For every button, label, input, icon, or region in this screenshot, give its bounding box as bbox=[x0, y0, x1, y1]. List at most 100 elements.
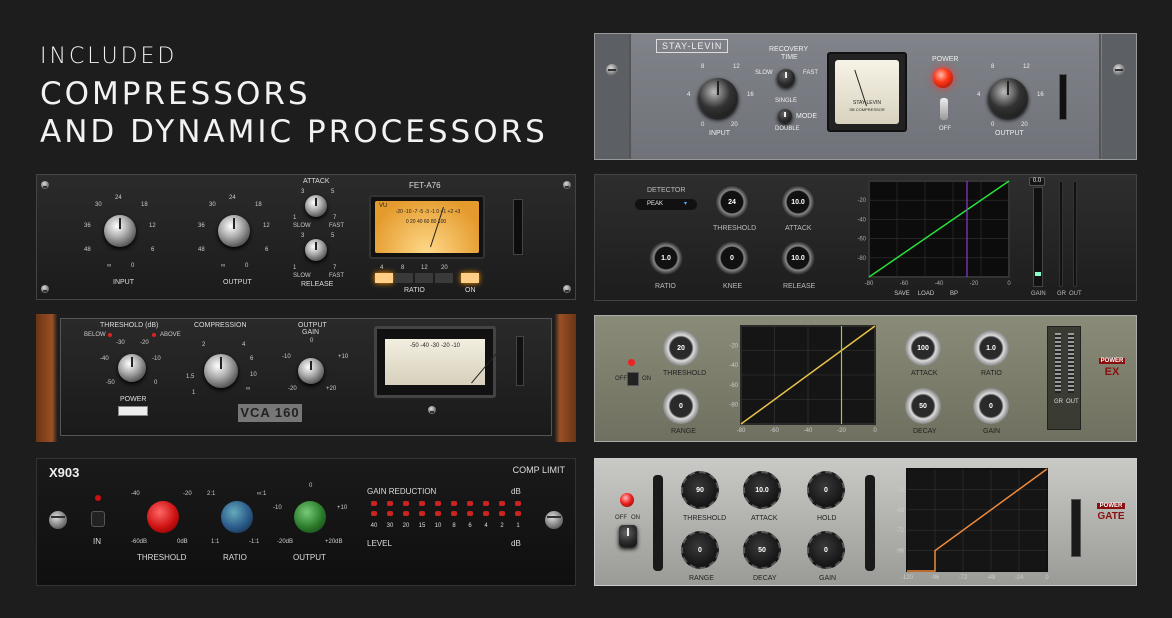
tick: 20 bbox=[1021, 122, 1028, 128]
gain-readout: 0.0 bbox=[1029, 177, 1045, 186]
hero-line-compressors: COMPRESSORS bbox=[40, 76, 311, 112]
threshold-dial[interactable]: 24 bbox=[715, 185, 749, 219]
decay-dial[interactable]: 50 bbox=[905, 388, 941, 424]
threshold-dial[interactable]: 20 bbox=[663, 330, 699, 366]
on-button[interactable] bbox=[461, 273, 479, 283]
fet-vu-meter: VU -20 -10 -7 -5 -3 -1 0 +1 +2 +3 0 20 4… bbox=[369, 195, 485, 259]
meter-face bbox=[835, 60, 899, 124]
gr-label: GR bbox=[1057, 291, 1066, 297]
ratio-knob[interactable] bbox=[221, 501, 253, 533]
level-scale-label: 4 bbox=[484, 523, 488, 529]
knee-dial[interactable]: 0 bbox=[715, 241, 749, 275]
on-label: ON bbox=[642, 376, 651, 382]
output-knob[interactable] bbox=[988, 78, 1028, 118]
tick: 48 bbox=[198, 247, 205, 253]
gain-dial[interactable]: 0 bbox=[973, 388, 1009, 424]
tick: -40 bbox=[100, 356, 109, 362]
range-dial[interactable]: 0 bbox=[663, 388, 699, 424]
vca-power-button[interactable] bbox=[118, 406, 148, 416]
fet-attack-knob[interactable] bbox=[305, 195, 327, 217]
tick: 4 bbox=[242, 342, 246, 348]
attack-dial[interactable]: 10.0 bbox=[743, 471, 781, 509]
tick: 5 bbox=[331, 233, 335, 239]
vca-slot bbox=[516, 336, 524, 386]
tick: +10 bbox=[338, 354, 349, 360]
tick: 0 bbox=[310, 338, 314, 344]
y-tick-label: -80 bbox=[857, 256, 866, 262]
power-switch[interactable] bbox=[627, 372, 639, 386]
hold-dial[interactable]: 0 bbox=[807, 471, 845, 509]
fet-name: FET-A76 bbox=[409, 181, 441, 190]
tick: 36 bbox=[198, 223, 205, 229]
level-scale-label: 15 bbox=[418, 523, 426, 529]
screw-icon bbox=[545, 511, 563, 529]
recovery-time-knob[interactable] bbox=[777, 69, 795, 87]
in-button[interactable] bbox=[91, 511, 105, 527]
mode-switch[interactable] bbox=[778, 109, 792, 123]
tick: 1.5 bbox=[186, 374, 195, 380]
fet-input-label: INPUT bbox=[113, 279, 134, 286]
tick: 12 bbox=[1023, 64, 1030, 70]
gr-led bbox=[419, 511, 425, 516]
gain-fader[interactable] bbox=[1033, 187, 1043, 287]
input-knob[interactable] bbox=[698, 78, 738, 118]
gain-label: GAIN bbox=[819, 575, 837, 582]
save-button[interactable]: SAVE bbox=[891, 291, 913, 297]
threshold-knob[interactable] bbox=[147, 501, 179, 533]
x-tick-label: -48 bbox=[987, 575, 996, 581]
output-label: OUTPUT bbox=[995, 130, 1024, 137]
fet-release-knob[interactable] bbox=[305, 239, 327, 261]
off-label: OFF bbox=[615, 376, 627, 382]
power-toggle[interactable] bbox=[619, 525, 637, 547]
ratio-dial[interactable]: 1.0 bbox=[649, 241, 683, 275]
power-gate-badge: POWER bbox=[1097, 503, 1125, 509]
threshold-dial[interactable]: 90 bbox=[681, 471, 719, 509]
off-label: OFF bbox=[615, 515, 627, 521]
decay-label: DECAY bbox=[753, 575, 777, 582]
output-knob[interactable] bbox=[294, 501, 326, 533]
attack-dial[interactable]: 10.0 bbox=[781, 185, 815, 219]
ratio-20-button[interactable] bbox=[435, 273, 453, 283]
decay-dial[interactable]: 50 bbox=[743, 531, 781, 569]
release-dial[interactable]: 10.0 bbox=[781, 241, 815, 275]
tick: -10 bbox=[152, 356, 161, 362]
tick: 5 bbox=[331, 189, 335, 195]
output-label: OUTPUT bbox=[293, 553, 326, 562]
ratio-12-button[interactable] bbox=[415, 273, 433, 283]
tick: 0dB bbox=[177, 539, 188, 545]
tick: 1 bbox=[293, 215, 297, 221]
hero-line-dynamic: AND DYNAMIC PROCESSORS bbox=[40, 114, 548, 150]
attack-label: ATTACK bbox=[785, 225, 812, 232]
gain-dial[interactable]: 0 bbox=[807, 531, 845, 569]
ratio-8-button[interactable] bbox=[395, 273, 413, 283]
fet-output-knob[interactable] bbox=[218, 215, 250, 247]
detector-dropdown[interactable]: PEAK ▾ bbox=[635, 199, 697, 210]
vca-output-knob[interactable] bbox=[298, 358, 324, 384]
y-tick-label: -96 bbox=[895, 549, 904, 555]
threshold-label: THRESHOLD bbox=[683, 515, 727, 522]
vca-threshold-knob[interactable] bbox=[118, 354, 146, 382]
range-dial[interactable]: 0 bbox=[681, 531, 719, 569]
off-label: OFF bbox=[939, 126, 951, 132]
attack-value: 10.0 bbox=[755, 486, 769, 494]
tick: 3 bbox=[301, 189, 305, 195]
gate-logo: GATE bbox=[1097, 511, 1125, 522]
gr-led bbox=[371, 501, 377, 506]
attack-dial[interactable]: 100 bbox=[905, 330, 941, 366]
meter-scale: -20 -10 -7 -5 -3 -1 0 +1 +2 +3 bbox=[395, 209, 461, 215]
tick: 7 bbox=[333, 265, 337, 271]
power-toggle[interactable] bbox=[940, 98, 948, 120]
ratio-4-button[interactable] bbox=[375, 273, 393, 283]
hold-label: HOLD bbox=[817, 515, 837, 522]
screw-icon bbox=[1113, 64, 1125, 76]
y-tick-label: -20 bbox=[857, 198, 866, 204]
compression-knob[interactable] bbox=[204, 354, 238, 388]
load-button[interactable]: LOAD bbox=[915, 291, 937, 297]
ratio-dial[interactable]: 1.0 bbox=[973, 330, 1009, 366]
detector-label: DETECTOR bbox=[647, 187, 686, 194]
tick: 3 bbox=[301, 233, 305, 239]
bypass-button[interactable]: BP bbox=[943, 291, 965, 297]
slow-label: SLOW bbox=[293, 273, 311, 279]
fet-input-knob[interactable] bbox=[104, 215, 136, 247]
level-scale-label: 20 bbox=[402, 523, 410, 529]
